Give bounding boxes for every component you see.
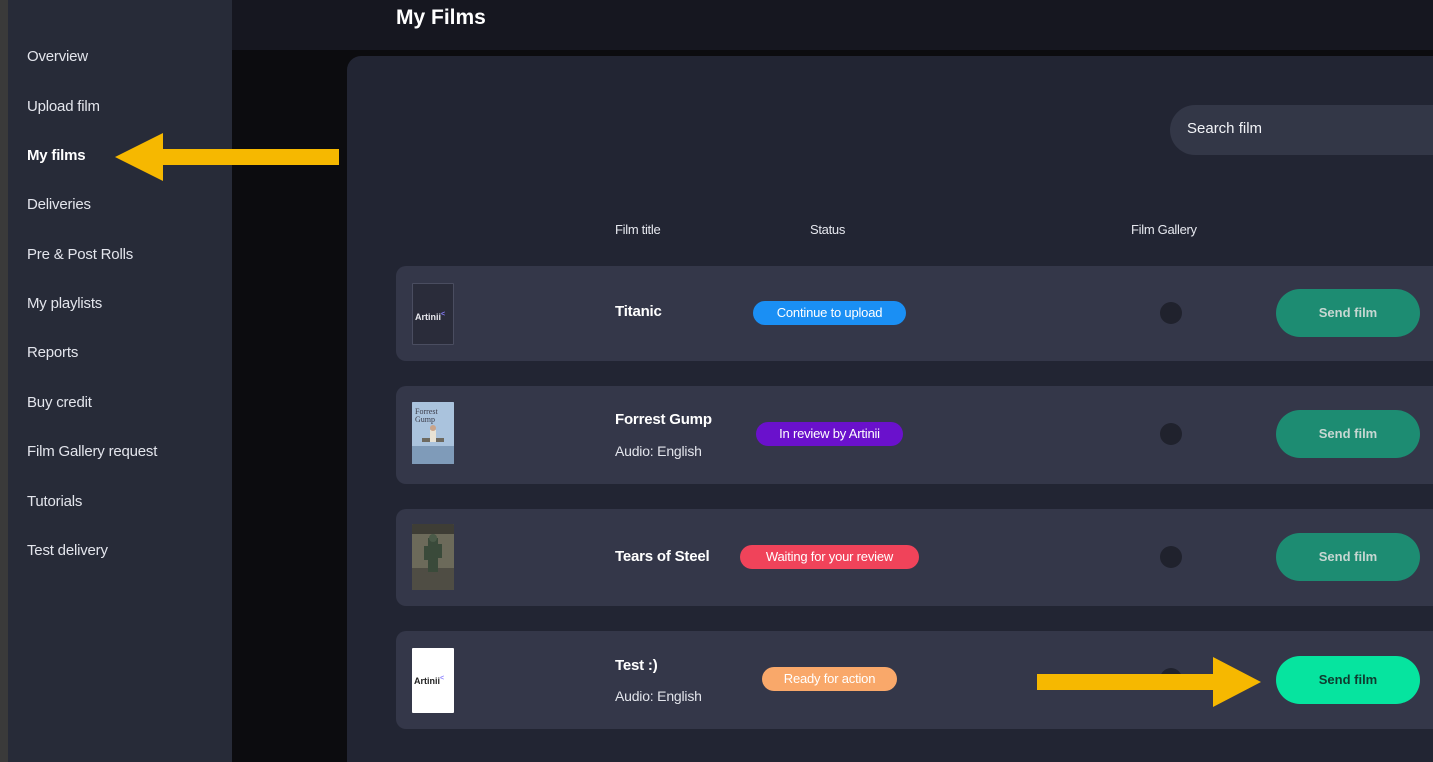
tears-of-steel-poster — [412, 524, 454, 590]
sidebar-item-my-films[interactable]: My films — [27, 147, 86, 164]
sidebar-item-test-delivery[interactable]: Test delivery — [27, 542, 108, 559]
status-badge: In review by Artinii — [756, 422, 903, 446]
status-badge: Continue to upload — [753, 301, 906, 325]
sidebar-item-deliveries[interactable]: Deliveries — [27, 196, 91, 213]
column-header-film-title: Film title — [615, 222, 661, 237]
film-audio: Audio: English — [615, 688, 702, 704]
sidebar-item-buy-credit[interactable]: Buy credit — [27, 394, 92, 411]
page-title: My Films — [396, 6, 486, 29]
artinii-logo: Artinii< — [414, 675, 445, 686]
film-thumbnail — [412, 524, 454, 590]
film-gallery-toggle[interactable] — [1160, 546, 1182, 568]
table-row[interactable]: Tears of Steel Waiting for your review S… — [396, 509, 1433, 606]
sidebar: Overview Upload film My films Deliveries… — [8, 0, 232, 762]
send-film-button[interactable]: Send film — [1276, 656, 1420, 704]
sidebar-item-reports[interactable]: Reports — [27, 344, 78, 361]
film-title[interactable]: Forrest Gump — [615, 411, 712, 428]
film-gallery-toggle[interactable] — [1160, 423, 1182, 445]
search-input[interactable]: Search film — [1170, 105, 1433, 155]
sidebar-item-overview[interactable]: Overview — [27, 48, 88, 65]
send-film-button[interactable]: Send film — [1276, 410, 1420, 458]
table-row[interactable]: Forrest Gump Forrest Gump Audio: English… — [396, 386, 1433, 484]
annotation-arrow-right — [1037, 657, 1261, 707]
column-header-status: Status — [810, 222, 846, 237]
film-title[interactable]: Tears of Steel — [615, 548, 710, 565]
sidebar-item-my-playlists[interactable]: My playlists — [27, 295, 102, 312]
column-header-film-gallery: Film Gallery — [1131, 222, 1197, 237]
film-title[interactable]: Test :) — [615, 657, 658, 674]
send-film-button[interactable]: Send film — [1276, 289, 1420, 337]
poster-title: Forrest Gump — [415, 407, 438, 424]
sidebar-item-pre-post-rolls[interactable]: Pre & Post Rolls — [27, 246, 133, 263]
send-film-button[interactable]: Send film — [1276, 533, 1420, 581]
sidebar-item-upload-film[interactable]: Upload film — [27, 98, 100, 115]
artinii-logo: Artinii< — [415, 311, 446, 322]
film-gallery-toggle[interactable] — [1160, 302, 1182, 324]
window-border — [0, 0, 8, 762]
sidebar-item-film-gallery-request[interactable]: Film Gallery request — [27, 443, 157, 460]
film-thumbnail: Artinii< — [412, 648, 454, 713]
status-badge: Ready for action — [762, 667, 897, 691]
annotation-arrow-left — [115, 133, 339, 181]
search-placeholder: Search film — [1187, 120, 1263, 137]
sidebar-item-tutorials[interactable]: Tutorials — [27, 493, 82, 510]
film-title[interactable]: Titanic — [615, 303, 662, 320]
table-row[interactable]: Artinii< Test :) Audio: English Ready fo… — [396, 631, 1433, 729]
film-thumbnail: Artinii< — [412, 283, 454, 345]
film-thumbnail: Forrest Gump — [412, 402, 454, 464]
table-row[interactable]: Artinii< Titanic Continue to upload Send… — [396, 266, 1433, 361]
status-badge: Waiting for your review — [740, 545, 919, 569]
film-audio: Audio: English — [615, 443, 702, 459]
